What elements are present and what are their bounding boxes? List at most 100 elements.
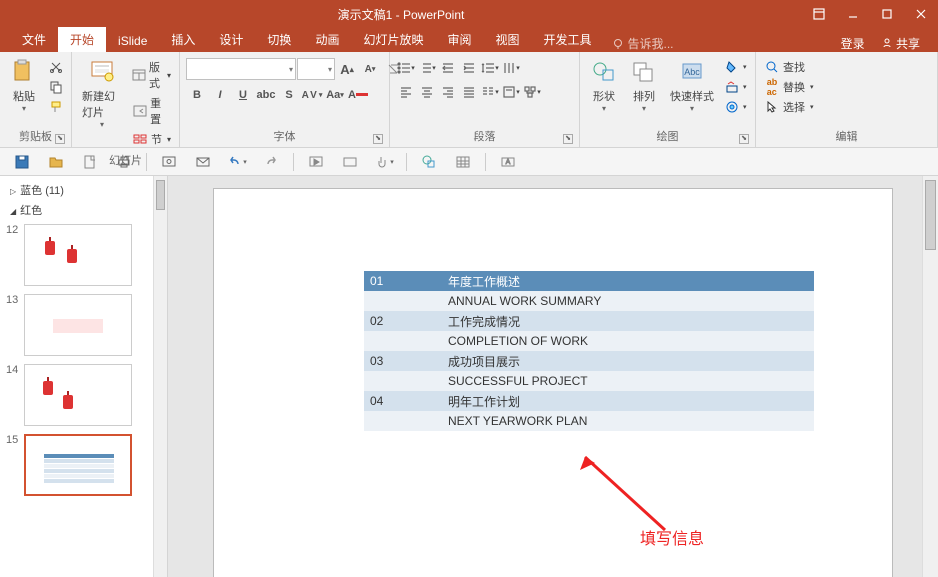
align-center-button[interactable] [417,82,437,102]
cell: 04 [364,394,444,408]
tab-design[interactable]: 设计 [207,27,255,52]
underline-button[interactable]: U [232,84,254,106]
font-size-combo[interactable]: ▾ [297,58,335,80]
new-slide-button[interactable]: 新建幻灯片 ▾ [76,56,128,131]
cut-button[interactable] [46,58,66,76]
cell: 明年工作计划 [444,393,814,410]
qat-textbox-button[interactable]: A [496,152,520,172]
align-text-button[interactable]: ▾ [501,82,521,102]
replace-button[interactable]: abac替换▾ [762,78,816,96]
tab-review[interactable]: 审阅 [435,27,483,52]
change-case-button[interactable]: Aa▾ [324,84,346,106]
editor-scrollbar[interactable] [922,176,938,577]
paragraph-launcher-icon[interactable]: ⬊ [563,134,573,144]
tab-home[interactable]: 开始 [58,27,106,52]
qat-open-button[interactable] [44,152,68,172]
numbering-button[interactable]: ▾ [417,58,437,78]
thumbnail-14[interactable] [24,364,132,426]
paste-button[interactable]: 粘贴 ▾ [4,56,44,115]
section-button[interactable]: 节▾ [130,130,173,148]
tell-me-input[interactable]: 告诉我... [604,35,674,52]
increase-indent-button[interactable] [459,58,479,78]
tab-insert[interactable]: 插入 [159,27,207,52]
cell: SUCCESSFUL PROJECT [444,374,814,388]
shapes-button[interactable]: 形状▾ [584,56,624,115]
layout-button[interactable]: 版式▾ [130,58,173,92]
close-icon[interactable] [904,0,938,28]
increase-font-button[interactable]: A▴ [336,58,358,80]
thumbnails-scrollbar[interactable] [153,176,167,577]
tab-view[interactable]: 视图 [483,27,531,52]
shapes-label: 形状 [593,88,615,104]
find-label: 查找 [783,59,805,75]
tab-transitions[interactable]: 切换 [255,27,303,52]
tab-slideshow[interactable]: 幻灯片放映 [351,27,435,52]
shape-outline-button[interactable]: ▾ [722,78,749,96]
arrange-button[interactable]: 排列▾ [624,56,664,115]
qat-shape-button[interactable] [417,152,441,172]
decrease-font-button[interactable]: A▾ [359,58,381,80]
copy-button[interactable] [46,78,66,96]
thumbnail-13[interactable] [24,294,132,356]
qat-table-button[interactable] [451,152,475,172]
strikethrough-button[interactable]: abc [255,84,277,106]
font-launcher-icon[interactable]: ⬊ [373,134,383,144]
drawing-launcher-icon[interactable]: ⬊ [739,134,749,144]
spacing-button[interactable]: AV▾ [301,84,323,106]
qat-slide-button[interactable] [338,152,362,172]
columns-button[interactable]: ▾ [480,82,500,102]
cell: NEXT YEARWORK PLAN [444,414,814,428]
clipboard-group-label: 剪贴板 [19,131,52,143]
select-button[interactable]: 选择▾ [762,98,816,116]
share-button[interactable]: 共享 [873,35,928,52]
italic-button[interactable]: I [209,84,231,106]
thumb-number: 12 [6,224,24,236]
smartart-button[interactable]: ▾ [522,82,542,102]
ribbon-options-icon[interactable] [802,0,836,28]
thumbnail-12[interactable] [24,224,132,286]
paragraph-group-label: 段落 [474,131,496,143]
login-button[interactable]: 登录 [833,35,873,52]
font-name-combo[interactable]: ▾ [186,58,296,80]
minimize-icon[interactable] [836,0,870,28]
align-left-button[interactable] [396,82,416,102]
thumbnail-15[interactable] [24,434,132,496]
shape-effects-button[interactable]: ▾ [722,98,749,116]
align-right-button[interactable] [438,82,458,102]
reset-button[interactable]: 重置 [130,94,173,128]
font-group-label: 字体 [274,131,296,143]
maximize-icon[interactable] [870,0,904,28]
decrease-indent-button[interactable] [438,58,458,78]
shadow-button[interactable]: S [278,84,300,106]
font-color-button[interactable]: A [347,84,369,106]
line-spacing-button[interactable]: ▾ [480,58,500,78]
cell: COMPLETION OF WORK [444,334,814,348]
bold-button[interactable]: B [186,84,208,106]
tab-developer[interactable]: 开发工具 [532,27,604,52]
slide-canvas[interactable]: 01年度工作概述 ANNUAL WORK SUMMARY 02工作完成情况 CO… [213,188,893,577]
svg-text:A: A [506,159,511,166]
tab-islide[interactable]: iSlide [106,30,159,52]
format-painter-button[interactable] [46,98,66,116]
svg-text:Abc: Abc [684,67,700,77]
justify-button[interactable] [459,82,479,102]
shape-fill-button[interactable]: ▾ [722,58,749,76]
qat-from-beginning-button[interactable] [304,152,328,172]
qat-save-button[interactable] [10,152,34,172]
bullets-button[interactable]: ▾ [396,58,416,78]
slides-group-label: 幻灯片 [109,155,142,167]
text-direction-button[interactable]: ▾ [501,58,521,78]
qat-redo-button[interactable] [259,152,283,172]
content-table[interactable]: 01年度工作概述 ANNUAL WORK SUMMARY 02工作完成情况 CO… [364,271,814,431]
clipboard-launcher-icon[interactable]: ⬊ [55,134,65,144]
qat-undo-button[interactable]: ▾ [225,152,249,172]
tab-animations[interactable]: 动画 [303,27,351,52]
slide-thumbnails-panel[interactable]: ▷蓝色 (11) ◢红色 12 13 14 15 [0,176,168,577]
tab-file[interactable]: 文件 [10,27,58,52]
section-blue[interactable]: ▷蓝色 (11) [0,180,167,200]
find-button[interactable]: 查找 [762,58,816,76]
qat-touch-button[interactable]: ▾ [372,152,396,172]
quick-styles-button[interactable]: Abc 快速样式▾ [664,56,720,115]
section-red[interactable]: ◢红色 [0,200,167,220]
qat-email-button[interactable] [191,152,215,172]
